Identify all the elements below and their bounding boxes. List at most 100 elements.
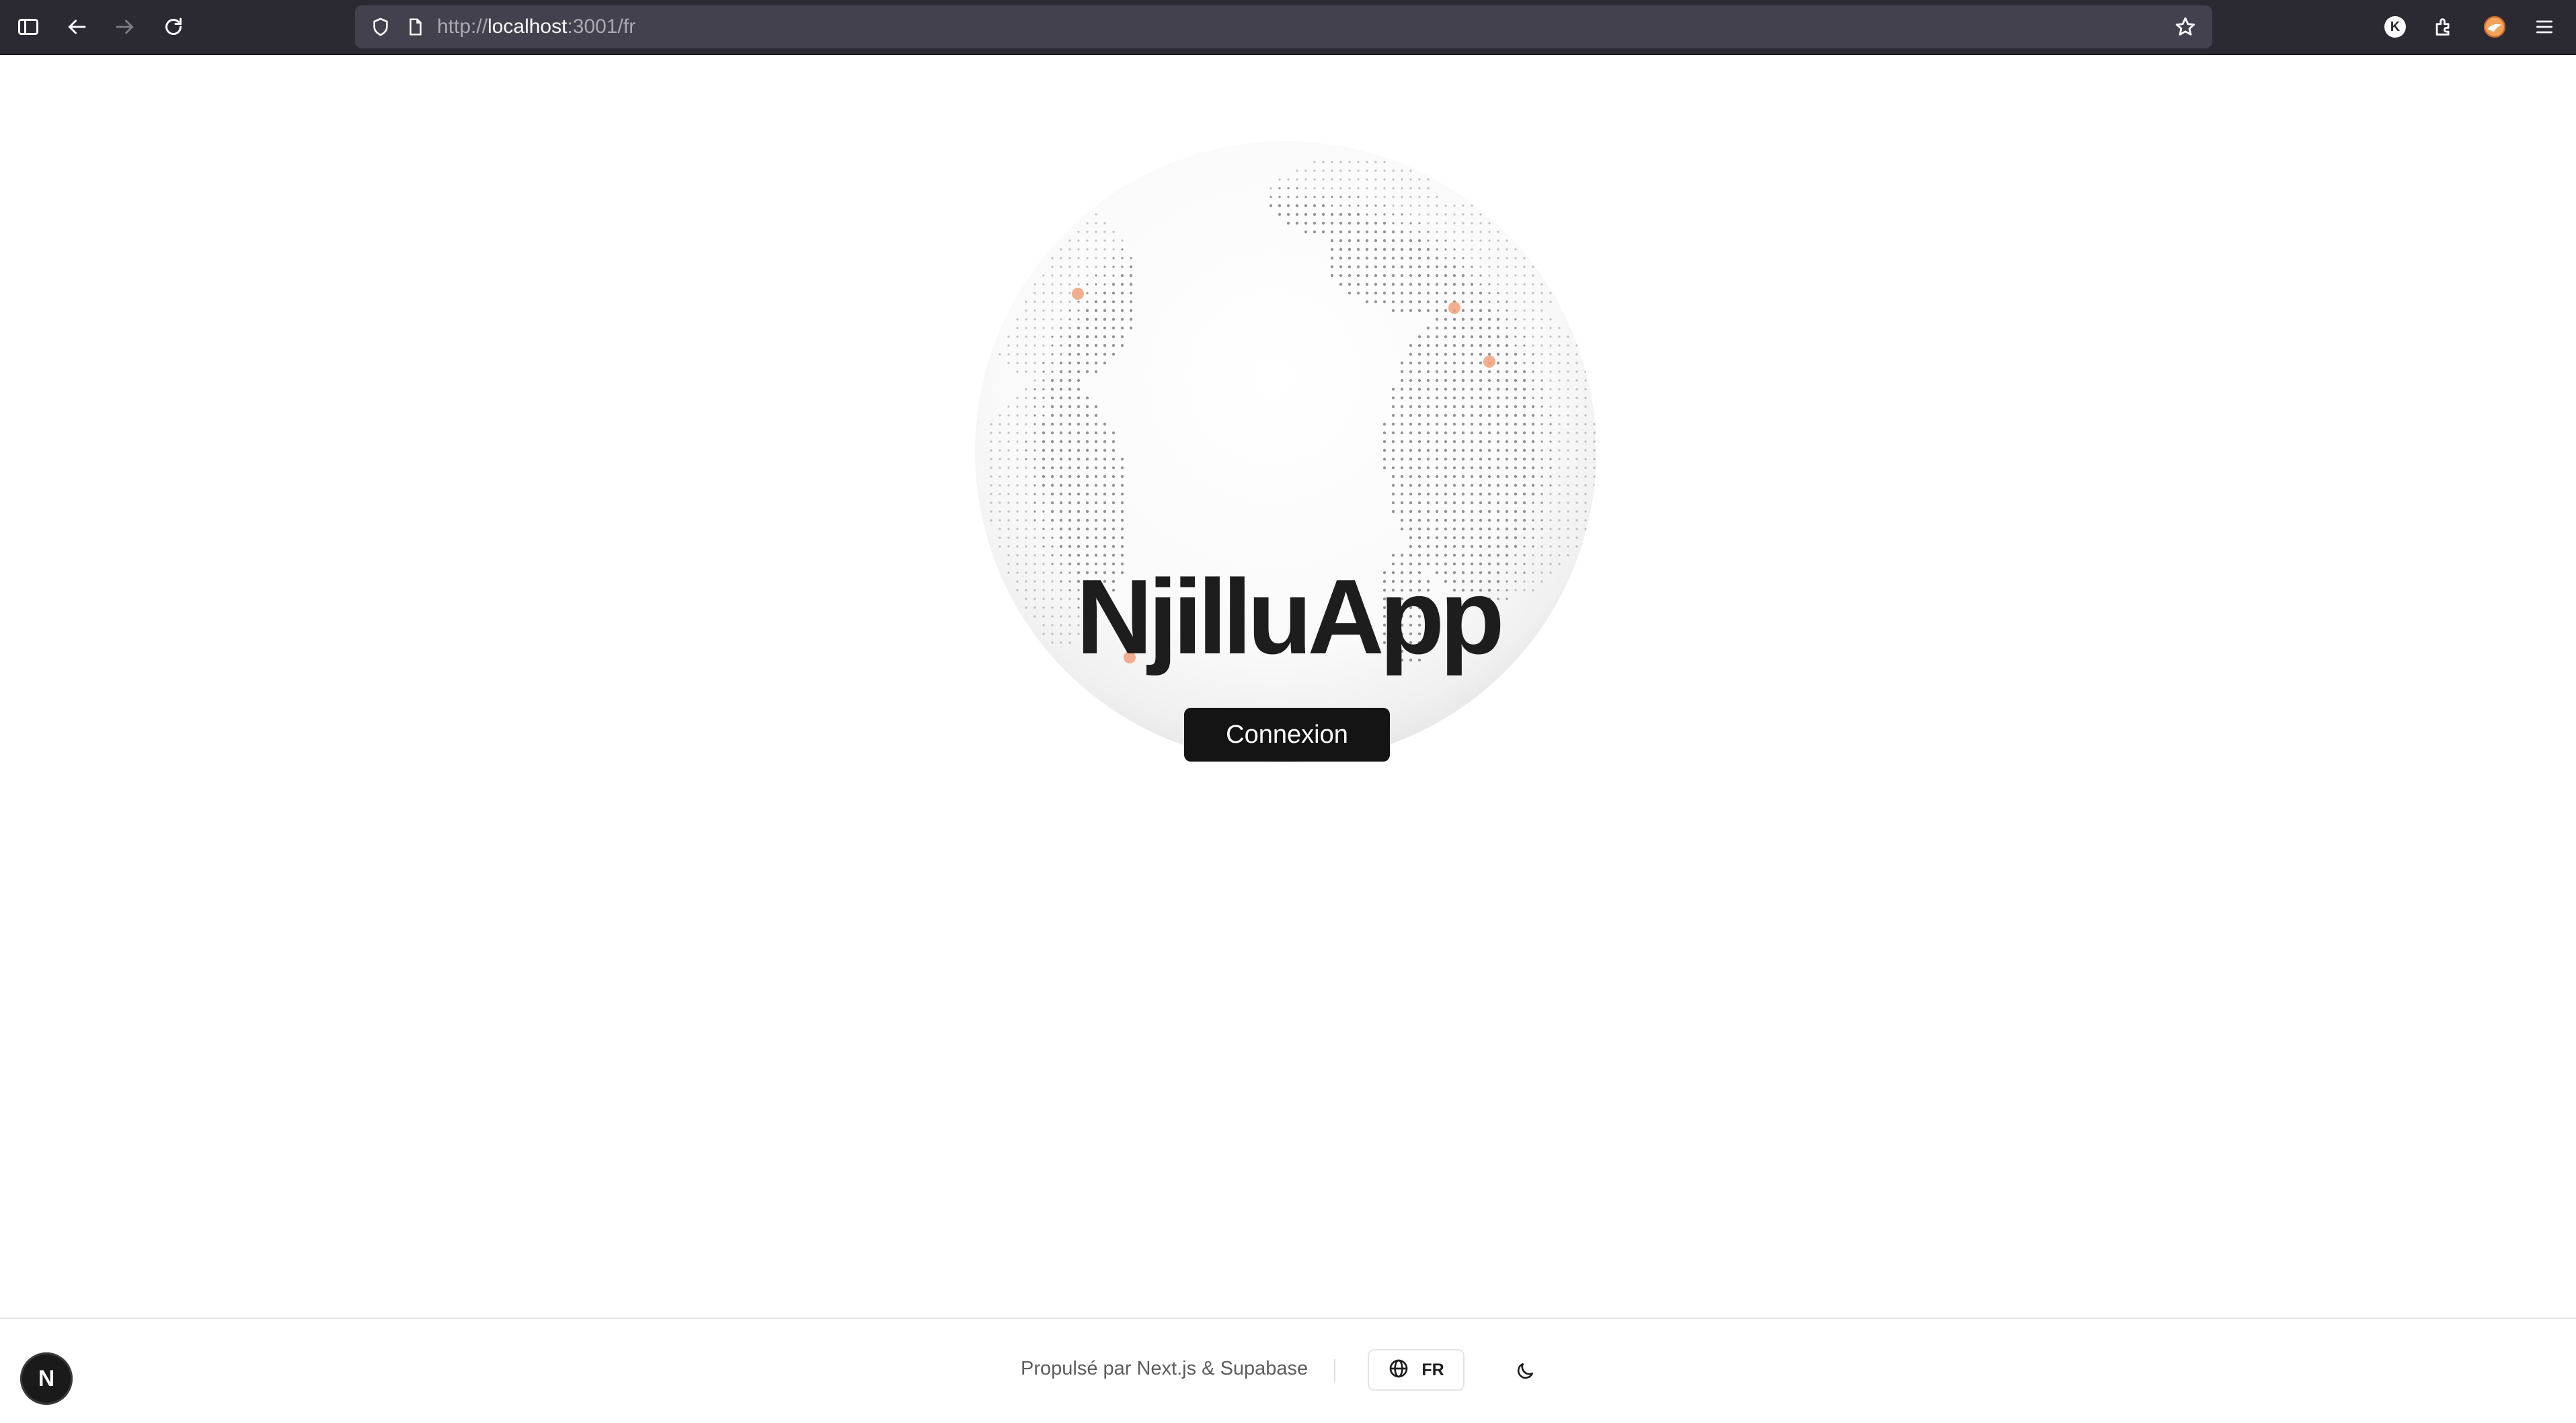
globe-dot xyxy=(1094,466,1098,470)
globe-dot xyxy=(1120,317,1124,321)
globe-dot xyxy=(1436,222,1438,225)
globe-dot xyxy=(1505,361,1509,365)
nextjs-avatar[interactable]: N xyxy=(20,1352,73,1405)
globe-dot xyxy=(1444,422,1448,426)
globe-dot xyxy=(1514,370,1518,374)
globe-dot xyxy=(1025,458,1027,460)
globe-dot xyxy=(1409,466,1413,470)
globe-dot xyxy=(1409,178,1412,181)
globe-dot xyxy=(1111,536,1116,540)
globe-dot xyxy=(1444,431,1448,435)
globe-dot xyxy=(1417,256,1421,260)
globe-dot xyxy=(1007,423,1010,425)
moon-icon[interactable] xyxy=(1509,1355,1541,1387)
globe-dot xyxy=(1522,492,1526,496)
globe-dot xyxy=(1444,300,1448,304)
globe-dot xyxy=(1366,161,1368,163)
globe-dot xyxy=(1103,475,1107,479)
globe-dot xyxy=(1417,475,1421,479)
globe-dot xyxy=(1514,457,1518,461)
globe-dot xyxy=(1111,343,1116,348)
globe-dot xyxy=(1077,396,1081,400)
globe-dot xyxy=(990,423,992,425)
globe-dot xyxy=(1094,352,1098,356)
globe-dot xyxy=(1461,370,1465,374)
globe-dot xyxy=(1121,257,1124,259)
globe-dot xyxy=(1374,230,1378,234)
globe-dot xyxy=(1401,178,1403,181)
globe-dot xyxy=(1409,239,1413,243)
globe-dot xyxy=(1558,423,1561,425)
language-switcher[interactable]: FR xyxy=(1368,1349,1465,1391)
globe-dot xyxy=(990,475,992,478)
globe-dot xyxy=(1025,528,1027,530)
forward-icon[interactable] xyxy=(109,11,141,43)
fox-icon[interactable] xyxy=(2479,11,2511,43)
globe-dot xyxy=(1382,239,1387,243)
globe-dot xyxy=(1479,448,1483,452)
globe-dot xyxy=(1042,300,1045,303)
globe-dot xyxy=(1033,449,1036,452)
page-icon[interactable] xyxy=(399,11,432,43)
sidebar-icon[interactable] xyxy=(12,11,44,43)
globe-dot xyxy=(1400,457,1404,461)
menu-icon[interactable] xyxy=(2528,11,2561,43)
globe-dot xyxy=(1120,457,1124,461)
globe-dot xyxy=(1094,492,1098,496)
globe-dot xyxy=(1095,222,1097,225)
globe-dot xyxy=(1400,265,1404,269)
account-icon[interactable]: K xyxy=(2379,11,2411,43)
globe-dot xyxy=(1426,352,1430,356)
globe-dot xyxy=(1103,231,1106,233)
globe-dot xyxy=(1086,248,1089,251)
globe-dot xyxy=(1409,343,1413,348)
globe-dot xyxy=(1479,213,1482,216)
globe-dot xyxy=(1496,361,1500,365)
shield-icon[interactable] xyxy=(364,11,397,43)
globe-dot xyxy=(1392,204,1395,207)
globe-dot xyxy=(1059,396,1063,400)
globe-dot xyxy=(1479,274,1482,277)
globe-dot xyxy=(1549,353,1552,356)
reload-icon[interactable] xyxy=(157,11,190,43)
globe-dot xyxy=(1479,257,1482,259)
globe-dot xyxy=(1452,544,1456,548)
globe-dot xyxy=(1120,282,1124,286)
globe-dot xyxy=(1531,492,1535,496)
globe-marker-dot xyxy=(1483,356,1495,368)
globe-dot xyxy=(1374,169,1377,172)
globe-dot xyxy=(1532,300,1534,303)
extensions-icon[interactable] xyxy=(2427,11,2460,43)
globe-dot xyxy=(1505,510,1509,514)
globe-dot xyxy=(1522,457,1526,461)
globe-dot xyxy=(1435,483,1439,487)
star-icon[interactable] xyxy=(2169,11,2201,43)
globe-dot xyxy=(1479,370,1483,374)
globe-dot xyxy=(1103,440,1107,444)
globe-dot xyxy=(1313,161,1316,163)
back-icon[interactable] xyxy=(61,11,93,43)
globe-dot xyxy=(1444,257,1447,259)
globe-dot xyxy=(1313,221,1317,225)
globe-dot xyxy=(1575,475,1578,478)
globe-dot xyxy=(990,519,992,522)
globe-dot xyxy=(1313,196,1316,198)
globe-dot xyxy=(1435,492,1439,496)
globe-dot xyxy=(1487,413,1491,417)
globe-dot xyxy=(1496,413,1500,417)
globe-dot xyxy=(1374,196,1377,198)
globe-dot xyxy=(1514,318,1517,321)
globe-dot xyxy=(1444,544,1448,548)
globe-dot xyxy=(1540,370,1543,373)
url-bar[interactable]: http://localhost:3001/fr xyxy=(355,5,2212,48)
globe-dot xyxy=(1103,544,1107,548)
globe-dot xyxy=(1436,213,1438,216)
globe-dot xyxy=(1470,317,1474,321)
globe-dot xyxy=(1514,466,1518,470)
globe-dot xyxy=(1558,414,1561,417)
url-text[interactable]: http://localhost:3001/fr xyxy=(437,5,635,48)
globe-dot xyxy=(1479,422,1483,426)
globe-dot xyxy=(1444,265,1448,269)
login-button[interactable]: Connexion xyxy=(1184,708,1390,762)
globe-dot xyxy=(1321,204,1325,208)
